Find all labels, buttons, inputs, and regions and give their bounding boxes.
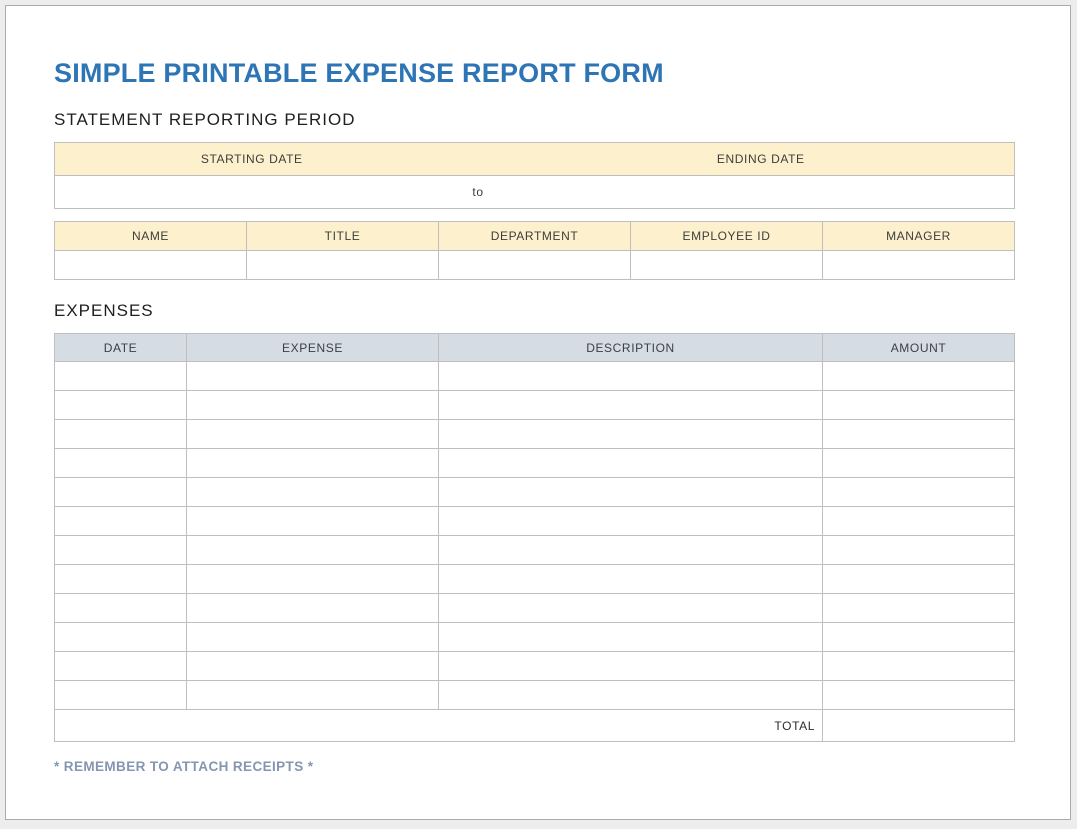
column-header-date: DATE — [55, 334, 187, 362]
expense-cell[interactable] — [439, 536, 823, 565]
expense-cell[interactable] — [439, 681, 823, 710]
expense-cell[interactable] — [823, 536, 1015, 565]
expense-cell[interactable] — [187, 623, 439, 652]
expense-row — [55, 681, 1015, 710]
document-page: SIMPLE PRINTABLE EXPENSE REPORT FORM STA… — [5, 5, 1071, 820]
reporting-period-table: STARTING DATE ENDING DATE to — [54, 142, 1015, 209]
expense-cell[interactable] — [187, 536, 439, 565]
expense-cell[interactable] — [823, 681, 1015, 710]
expense-cell[interactable] — [55, 391, 187, 420]
column-header-description: DESCRIPTION — [439, 334, 823, 362]
expense-cell[interactable] — [55, 478, 187, 507]
expense-cell[interactable] — [439, 420, 823, 449]
expense-cell[interactable] — [823, 652, 1015, 681]
expense-cell[interactable] — [187, 594, 439, 623]
receipts-reminder: * REMEMBER TO ATTACH RECEIPTS * — [54, 759, 1018, 774]
expense-cell[interactable] — [187, 681, 439, 710]
expense-cell[interactable] — [823, 594, 1015, 623]
expense-row — [55, 536, 1015, 565]
expense-row — [55, 420, 1015, 449]
expense-cell[interactable] — [439, 565, 823, 594]
employee-header-row: NAME TITLE DEPARTMENT EMPLOYEE ID MANAGE… — [55, 222, 1015, 251]
expense-row — [55, 565, 1015, 594]
expense-cell[interactable] — [55, 594, 187, 623]
expense-cell[interactable] — [187, 362, 439, 391]
expense-cell[interactable] — [823, 391, 1015, 420]
expense-cell[interactable] — [823, 623, 1015, 652]
expense-cell[interactable] — [187, 420, 439, 449]
expense-cell[interactable] — [439, 623, 823, 652]
starting-date-cell[interactable] — [55, 176, 449, 209]
expense-cell[interactable] — [823, 449, 1015, 478]
total-label-cell: TOTAL — [55, 710, 823, 742]
employee-id-cell[interactable] — [631, 251, 823, 280]
expense-row — [55, 362, 1015, 391]
section-heading-reporting-period: STATEMENT REPORTING PERIOD — [54, 110, 1018, 130]
expense-cell[interactable] — [439, 478, 823, 507]
department-cell[interactable] — [439, 251, 631, 280]
expense-cell[interactable] — [823, 565, 1015, 594]
expense-cell[interactable] — [55, 681, 187, 710]
date-range-separator: to — [449, 176, 508, 209]
ending-date-cell[interactable] — [508, 176, 1015, 209]
expense-cell[interactable] — [55, 420, 187, 449]
expense-cell[interactable] — [55, 362, 187, 391]
expense-cell[interactable] — [55, 623, 187, 652]
expense-row — [55, 652, 1015, 681]
expenses-header-row: DATE EXPENSE DESCRIPTION AMOUNT — [55, 334, 1015, 362]
section-heading-expenses: EXPENSES — [54, 301, 1018, 321]
expenses-table: DATE EXPENSE DESCRIPTION AMOUNT TOTAL — [54, 333, 1015, 742]
reporting-period-header-row: STARTING DATE ENDING DATE — [55, 143, 1015, 176]
column-header-starting-date: STARTING DATE — [55, 143, 449, 176]
expense-cell[interactable] — [187, 565, 439, 594]
expense-cell[interactable] — [439, 652, 823, 681]
column-header-spacer — [449, 143, 508, 176]
employee-info-table: NAME TITLE DEPARTMENT EMPLOYEE ID MANAGE… — [54, 221, 1015, 280]
column-header-expense: EXPENSE — [187, 334, 439, 362]
expenses-table-body — [55, 362, 1015, 710]
expense-cell[interactable] — [823, 362, 1015, 391]
expense-cell[interactable] — [823, 507, 1015, 536]
expenses-total-row: TOTAL — [55, 710, 1015, 742]
column-header-department: DEPARTMENT — [439, 222, 631, 251]
expense-row — [55, 594, 1015, 623]
expense-row — [55, 478, 1015, 507]
total-amount-cell[interactable] — [823, 710, 1015, 742]
expense-cell[interactable] — [823, 478, 1015, 507]
expense-cell[interactable] — [823, 420, 1015, 449]
expense-cell[interactable] — [187, 652, 439, 681]
name-cell[interactable] — [55, 251, 247, 280]
expense-cell[interactable] — [439, 507, 823, 536]
column-header-amount: AMOUNT — [823, 334, 1015, 362]
expense-cell[interactable] — [439, 449, 823, 478]
column-header-employee-id: EMPLOYEE ID — [631, 222, 823, 251]
expense-cell[interactable] — [55, 507, 187, 536]
expense-cell[interactable] — [439, 362, 823, 391]
expense-row — [55, 449, 1015, 478]
expense-cell[interactable] — [187, 507, 439, 536]
expense-cell[interactable] — [55, 652, 187, 681]
expense-cell[interactable] — [55, 565, 187, 594]
column-header-title: TITLE — [247, 222, 439, 251]
employee-value-row — [55, 251, 1015, 280]
reporting-period-value-row: to — [55, 176, 1015, 209]
expense-cell[interactable] — [55, 449, 187, 478]
expense-cell[interactable] — [187, 449, 439, 478]
column-header-ending-date: ENDING DATE — [508, 143, 1015, 176]
column-header-manager: MANAGER — [823, 222, 1015, 251]
expense-cell[interactable] — [187, 478, 439, 507]
expense-cell[interactable] — [187, 391, 439, 420]
manager-cell[interactable] — [823, 251, 1015, 280]
column-header-name: NAME — [55, 222, 247, 251]
expense-cell[interactable] — [439, 391, 823, 420]
expense-row — [55, 391, 1015, 420]
document-title: SIMPLE PRINTABLE EXPENSE REPORT FORM — [54, 58, 1018, 89]
expense-cell[interactable] — [55, 536, 187, 565]
expense-row — [55, 507, 1015, 536]
title-cell[interactable] — [247, 251, 439, 280]
expense-row — [55, 623, 1015, 652]
expense-cell[interactable] — [439, 594, 823, 623]
